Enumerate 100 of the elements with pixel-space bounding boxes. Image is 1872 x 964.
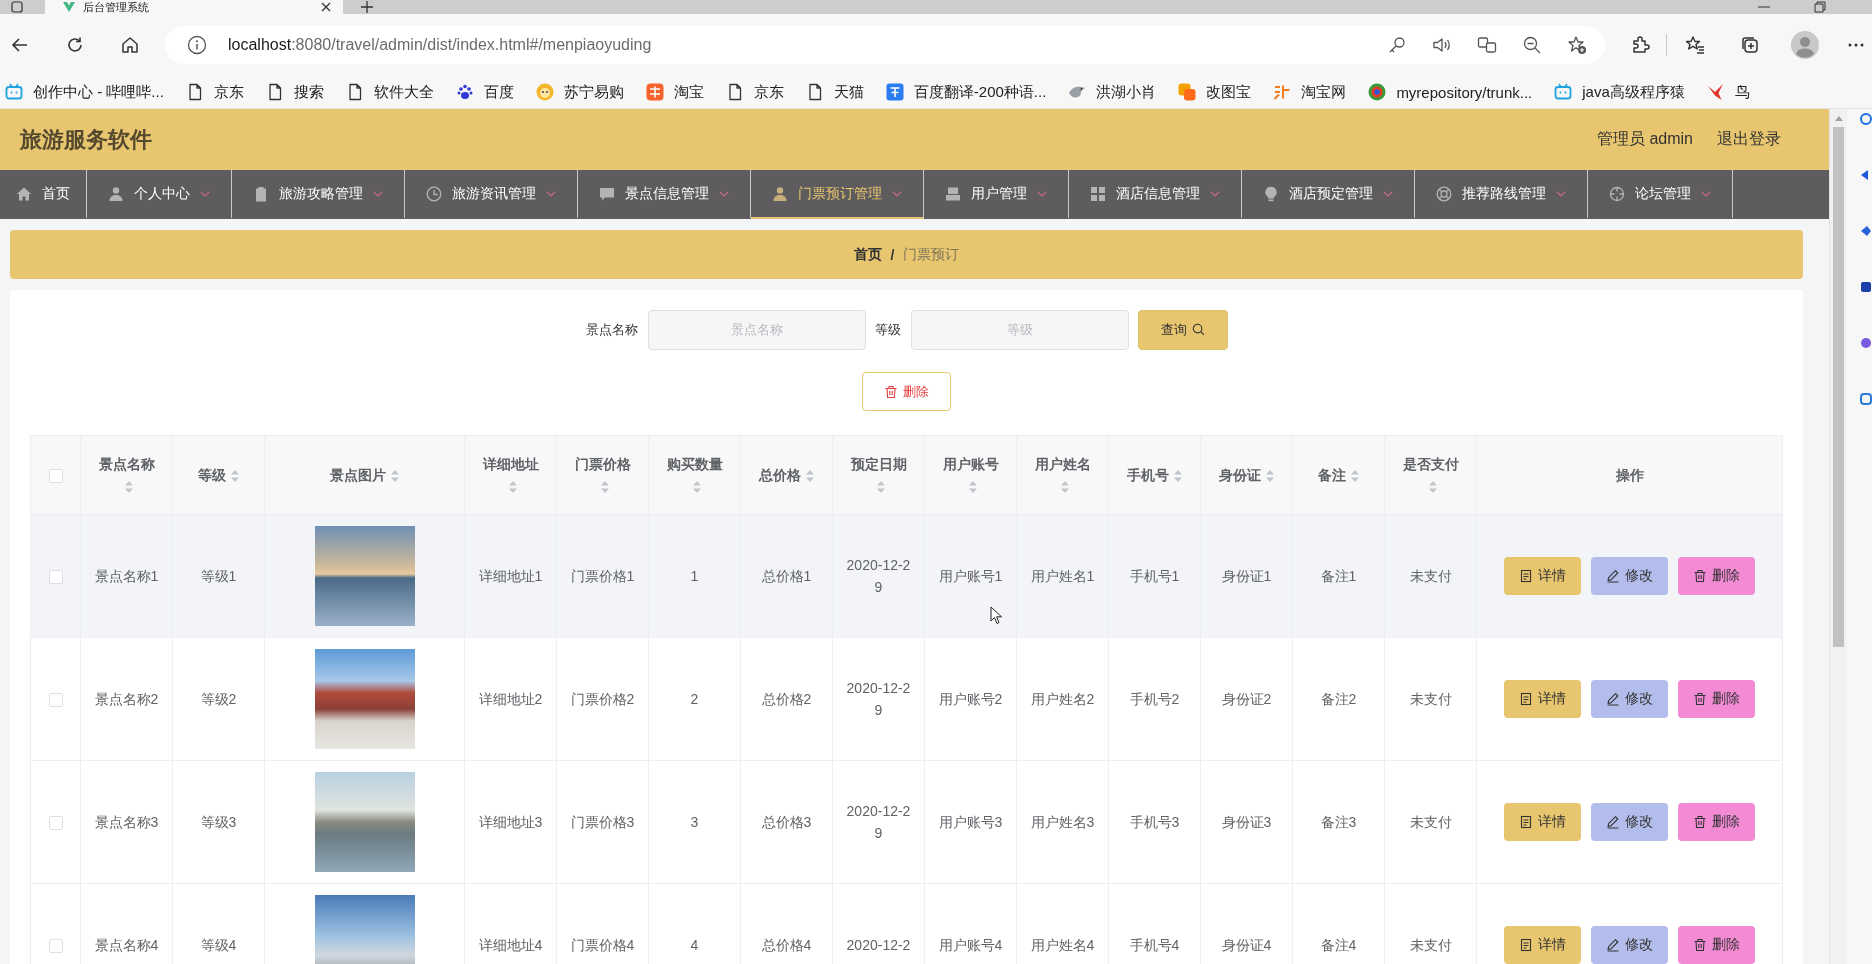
select-all-checkbox[interactable] — [48, 469, 63, 484]
bookmark[interactable]: 京东 — [725, 82, 784, 102]
sort-icon[interactable] — [691, 480, 702, 495]
column-header[interactable]: 购买数量 — [666, 456, 723, 472]
row-checkbox[interactable] — [48, 570, 63, 585]
sort-icon[interactable] — [804, 469, 815, 484]
sort-icon[interactable] — [1059, 480, 1070, 495]
nav-item[interactable]: 酒店信息管理 — [1069, 170, 1242, 219]
edit-button[interactable]: 修改 — [1591, 803, 1668, 841]
nav-item[interactable]: 首页 — [0, 170, 87, 219]
nav-item[interactable]: 用户管理 — [924, 170, 1069, 219]
column-header[interactable]: 手机号 — [1126, 467, 1169, 483]
app-icon[interactable] — [1860, 337, 1872, 349]
bookmark[interactable]: 天猫 — [805, 82, 864, 102]
column-header[interactable]: 身份证 — [1218, 467, 1261, 483]
column-header[interactable]: 景点图片 — [329, 467, 386, 483]
square-icon[interactable] — [11, 1, 23, 13]
stacked-tiles-icon — [1178, 83, 1197, 101]
edit-button[interactable]: 修改 — [1591, 557, 1668, 595]
row-checkbox[interactable] — [48, 939, 63, 954]
delete-button[interactable]: 删除 — [1678, 803, 1755, 841]
nav-item[interactable]: 景点信息管理 — [578, 170, 751, 219]
sort-icon[interactable] — [1427, 480, 1438, 495]
nav-item[interactable]: 推荐路线管理 — [1415, 170, 1588, 219]
details-button[interactable]: 详情 — [1504, 803, 1581, 841]
column-header[interactable]: 总价格 — [758, 467, 801, 483]
column-header[interactable]: 门票价格 — [574, 456, 631, 472]
search-button[interactable]: 查询 — [1137, 309, 1228, 350]
edit-button[interactable]: 修改 — [1591, 926, 1668, 964]
app-icon[interactable] — [1860, 393, 1872, 405]
app-icon[interactable] — [1860, 113, 1872, 125]
scroll-thumb[interactable] — [1833, 127, 1844, 647]
scroll-up-icon[interactable] — [1834, 116, 1843, 121]
delete-button[interactable]: 删除 — [1678, 680, 1755, 718]
sort-icon[interactable] — [599, 480, 610, 495]
bookmark[interactable]: 淘宝 — [645, 82, 704, 102]
lion-icon — [535, 83, 554, 101]
column-header[interactable]: 详细地址 — [482, 456, 539, 472]
key-icon[interactable] — [1387, 35, 1407, 55]
app-icon[interactable] — [1860, 281, 1872, 293]
edit-button[interactable]: 修改 — [1591, 680, 1668, 718]
close-icon[interactable] — [321, 2, 331, 12]
plus-icon[interactable] — [361, 1, 373, 13]
bookmark[interactable]: 鸟 — [1706, 82, 1750, 102]
sort-icon[interactable] — [1349, 469, 1360, 484]
logout-link[interactable]: 退出登录 — [1717, 129, 1781, 150]
restore-icon[interactable] — [1814, 1, 1826, 13]
sort-icon[interactable] — [1264, 469, 1275, 484]
bookmark[interactable]: 洪湖小肖 — [1068, 82, 1157, 102]
nav-item[interactable]: 旅游攻略管理 — [232, 170, 405, 219]
bookmark[interactable]: 苏宁易购 — [535, 82, 624, 102]
sort-icon[interactable] — [1172, 469, 1183, 484]
address-bar[interactable]: localhost:8080/travel/admin/dist/index.html#/menpiaoyuding — [165, 26, 1605, 64]
table-cell: 用户姓名3 — [1016, 760, 1109, 884]
sort-icon[interactable] — [229, 469, 240, 484]
sort-icon[interactable] — [967, 480, 978, 495]
app-icon[interactable] — [1860, 225, 1872, 237]
sort-icon[interactable] — [389, 469, 400, 484]
details-button[interactable]: 详情 — [1504, 926, 1581, 964]
column-header[interactable]: 景点名称 — [98, 456, 155, 472]
bookmark[interactable]: 京东 — [185, 82, 244, 102]
bookmark[interactable]: 百度 — [455, 82, 514, 102]
column-header[interactable]: 是否支付 — [1402, 456, 1459, 472]
column-header[interactable]: 用户姓名 — [1034, 456, 1091, 472]
bookmark[interactable]: 搜索 — [265, 82, 324, 102]
bookmark[interactable]: 百度翻译-200种语... — [885, 82, 1047, 102]
column-header[interactable]: 用户账号 — [942, 456, 999, 472]
delete-button[interactable]: 删除 — [1678, 926, 1755, 964]
bookmark[interactable]: 淘宝网 — [1273, 82, 1347, 102]
nav-item[interactable]: 个人中心 — [87, 170, 232, 219]
bookmark[interactable]: myrepository/trunk... — [1368, 83, 1533, 101]
search-field[interactable]: 等级 — [910, 309, 1129, 350]
row-checkbox[interactable] — [48, 693, 63, 708]
nav-item[interactable]: 酒店预定管理 — [1242, 170, 1415, 219]
translate-icon[interactable] — [1477, 35, 1497, 55]
nav-item[interactable]: 旅游资讯管理 — [405, 170, 578, 219]
nav-item[interactable]: 门票预订管理 — [751, 170, 924, 219]
column-header[interactable]: 预定日期 — [850, 456, 907, 472]
sort-icon[interactable] — [123, 480, 134, 495]
column-header[interactable]: 备注 — [1317, 467, 1346, 483]
sort-icon[interactable] — [875, 480, 886, 495]
row-checkbox[interactable] — [48, 816, 63, 831]
details-button[interactable]: 详情 — [1504, 680, 1581, 718]
details-button[interactable]: 详情 — [1504, 557, 1581, 595]
search-field[interactable]: 景点名称 — [647, 309, 866, 350]
zoom-out-icon[interactable] — [1522, 35, 1542, 55]
table-cell: 2020-12-29 — [832, 514, 925, 638]
delete-button[interactable]: 删除 — [1678, 557, 1755, 595]
breadcrumb-link[interactable]: 首页 — [853, 245, 882, 264]
sort-icon[interactable] — [507, 480, 518, 495]
delete-button[interactable]: 删除 — [862, 372, 951, 411]
browser-tab[interactable]: 后台管理系统 — [45, 0, 343, 14]
favorite-add-icon[interactable] — [1567, 35, 1587, 55]
bookmark[interactable]: 改图宝 — [1178, 82, 1252, 102]
column-header[interactable]: 等级 — [197, 467, 226, 483]
bookmark[interactable]: 软件大全 — [345, 82, 434, 102]
bookmark[interactable]: java高级程序猿 — [1554, 82, 1685, 102]
pencil-icon — [1606, 938, 1620, 952]
bookmark[interactable]: 创作中心 - 哔哩哔... — [5, 82, 164, 102]
nav-item[interactable]: 论坛管理 — [1588, 170, 1733, 219]
